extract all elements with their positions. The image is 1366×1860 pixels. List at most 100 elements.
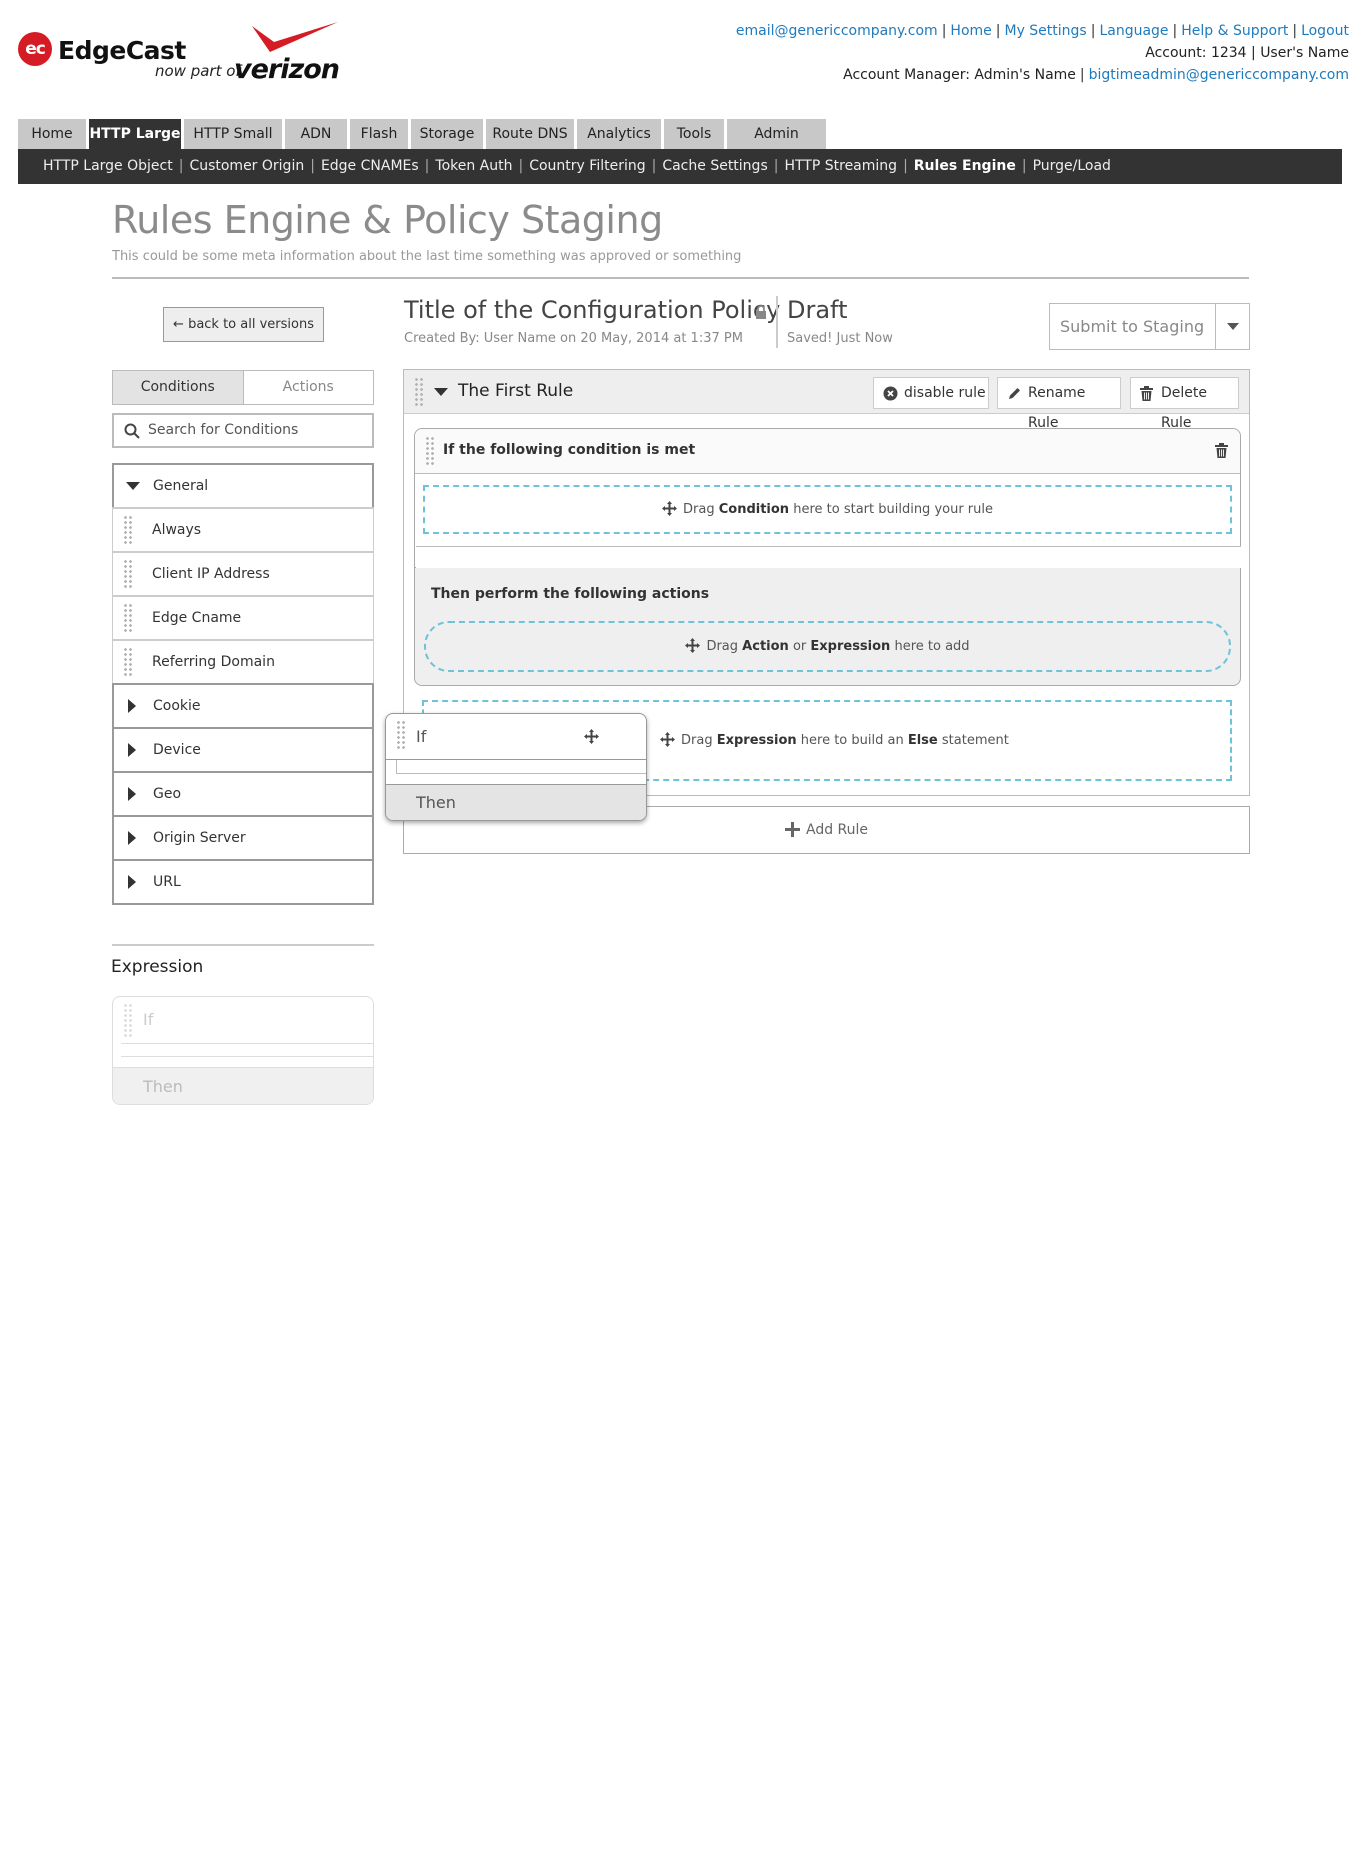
drag-handle-icon[interactable] — [123, 603, 133, 633]
subnav-cache-settings[interactable]: Cache Settings — [662, 158, 767, 174]
tab-http-small[interactable]: HTTP Small — [184, 119, 282, 149]
condition-heading: If the following condition is met — [443, 442, 696, 458]
condition-client-ip-address[interactable]: Client IP Address — [112, 551, 374, 597]
subnav-purge-load[interactable]: Purge/Load — [1033, 158, 1111, 174]
drop-text-bold: Action — [742, 639, 789, 654]
manager-email-link[interactable]: bigtimeadmin@genericcompany.com — [1089, 67, 1349, 83]
close-circle-icon — [883, 386, 898, 401]
group-label: URL — [153, 874, 181, 890]
tab-http-large[interactable]: HTTP Large — [89, 119, 181, 149]
drag-handle-icon[interactable] — [414, 377, 424, 407]
search-placeholder: Search for Conditions — [148, 422, 299, 438]
delete-rule-button[interactable]: Delete Rule — [1130, 377, 1239, 431]
submit-to-staging-dropdown[interactable]: Submit to Staging — [1049, 303, 1250, 350]
logo-mark: ec — [18, 32, 52, 66]
email-link[interactable]: email@genericcompany.com — [736, 23, 938, 39]
dragged-then-label: Then — [416, 793, 456, 812]
logout-link[interactable]: Logout — [1301, 23, 1349, 39]
drag-handle-icon[interactable] — [396, 720, 406, 750]
caret-right-icon — [128, 743, 136, 757]
expression-if-row: If — [113, 997, 373, 1043]
expression-template-card[interactable]: If Then — [112, 996, 374, 1105]
group-device[interactable]: Device — [112, 727, 374, 773]
drag-handle-icon[interactable] — [123, 1003, 133, 1037]
drop-text: Drag — [706, 639, 739, 654]
separator: | — [1090, 23, 1096, 39]
dropdown-toggle[interactable] — [1215, 304, 1249, 349]
separator: | — [1292, 23, 1298, 39]
caret-right-icon — [128, 699, 136, 713]
group-general[interactable]: General — [112, 463, 374, 509]
subnav-edge-cnames[interactable]: Edge CNAMEs — [321, 158, 419, 174]
subnav-country-filtering[interactable]: Country Filtering — [529, 158, 645, 174]
divider — [112, 277, 1249, 279]
rename-rule-button[interactable]: Rename Rule — [997, 377, 1121, 431]
group-origin-server[interactable]: Origin Server — [112, 815, 374, 861]
group-label: Device — [153, 742, 201, 758]
drag-handle-icon[interactable] — [123, 559, 133, 589]
tab-analytics[interactable]: Analytics — [577, 119, 661, 149]
condition-footer — [416, 546, 1241, 568]
subnav-http-streaming[interactable]: HTTP Streaming — [784, 158, 897, 174]
edgecast-logo[interactable]: ec EdgeCast now part of verizon — [18, 20, 340, 90]
home-link[interactable]: Home — [950, 23, 991, 39]
lock-icon — [756, 305, 766, 319]
tab-flash[interactable]: Flash — [350, 119, 408, 149]
condition-edge-cname[interactable]: Edge Cname — [112, 595, 374, 641]
drop-text-bold: Expression — [716, 733, 797, 748]
dragged-expression-card[interactable]: If Then — [385, 713, 647, 821]
search-conditions-input[interactable]: Search for Conditions — [112, 413, 374, 448]
drop-text: statement — [941, 733, 1009, 748]
tab-storage[interactable]: Storage — [411, 119, 483, 149]
drag-handle-icon[interactable] — [425, 436, 435, 466]
rule-header: The First Rule disable rule Rename Rule … — [404, 370, 1249, 431]
expression-then-label: Then — [143, 1077, 183, 1096]
separator: | — [941, 23, 947, 39]
subnav-customer-origin[interactable]: Customer Origin — [189, 158, 304, 174]
logo-partner: verizon — [234, 54, 340, 85]
dragged-expression-slot — [396, 760, 646, 774]
action-drop-zone[interactable]: Drag Action or Expression here to add — [424, 621, 1231, 672]
delete-rule-label: Delete Rule — [1161, 385, 1207, 431]
caret-right-icon — [128, 875, 136, 889]
condition-referring-domain[interactable]: Referring Domain — [112, 639, 374, 685]
trash-icon[interactable] — [1215, 443, 1228, 458]
tab-home[interactable]: Home — [18, 119, 86, 149]
tab-admin[interactable]: Admin — [727, 119, 826, 149]
my-settings-link[interactable]: My Settings — [1004, 23, 1086, 39]
language-link[interactable]: Language — [1099, 23, 1168, 39]
disable-rule-button[interactable]: disable rule — [873, 377, 989, 409]
group-cookie[interactable]: Cookie — [112, 683, 374, 729]
page-meta: This could be some meta information abou… — [112, 249, 742, 264]
tab-route-dns[interactable]: Route DNS — [486, 119, 574, 149]
tab-tools[interactable]: Tools — [664, 119, 724, 149]
account-manager-row: Account Manager: Admin's Name | bigtimeadm… — [736, 64, 1349, 86]
collapse-icon[interactable] — [434, 388, 448, 396]
drag-handle-icon[interactable] — [123, 515, 133, 545]
condition-label: Always — [152, 522, 202, 538]
expression-heading: Expression — [111, 957, 204, 977]
back-to-versions-button[interactable]: ← back to all versions — [163, 307, 324, 342]
subnav-http-large-object[interactable]: HTTP Large Object — [43, 158, 173, 174]
subnav-token-auth[interactable]: Token Auth — [435, 158, 512, 174]
policy-status: Draft — [787, 296, 848, 324]
tab-adn[interactable]: ADN — [285, 119, 347, 149]
search-icon — [124, 423, 140, 439]
group-geo[interactable]: Geo — [112, 771, 374, 817]
dragged-if-row: If — [386, 714, 646, 760]
condition-always[interactable]: Always — [112, 507, 374, 553]
group-url[interactable]: URL — [112, 859, 374, 905]
subnav-rules-engine[interactable]: Rules Engine — [914, 158, 1016, 174]
sidebar-tabs: Conditions Actions — [112, 370, 374, 405]
rule-name: The First Rule — [458, 381, 574, 401]
condition-drop-zone[interactable]: Drag Condition here to start building yo… — [423, 485, 1232, 534]
save-status: Saved! Just Now — [787, 331, 893, 346]
policy-created: Created By: User Name on 20 May, 2014 at… — [404, 331, 743, 346]
drag-handle-icon[interactable] — [123, 647, 133, 677]
actions-block: Then perform the following actions Drag … — [414, 568, 1241, 686]
account-links-row: email@genericcompany.com | Home | My Setting… — [736, 20, 1349, 42]
tab-conditions[interactable]: Conditions — [112, 370, 244, 405]
help-support-link[interactable]: Help & Support — [1181, 23, 1288, 39]
account-links: email@genericcompany.com | Home | My Setting… — [736, 20, 1349, 86]
tab-actions[interactable]: Actions — [243, 370, 374, 405]
